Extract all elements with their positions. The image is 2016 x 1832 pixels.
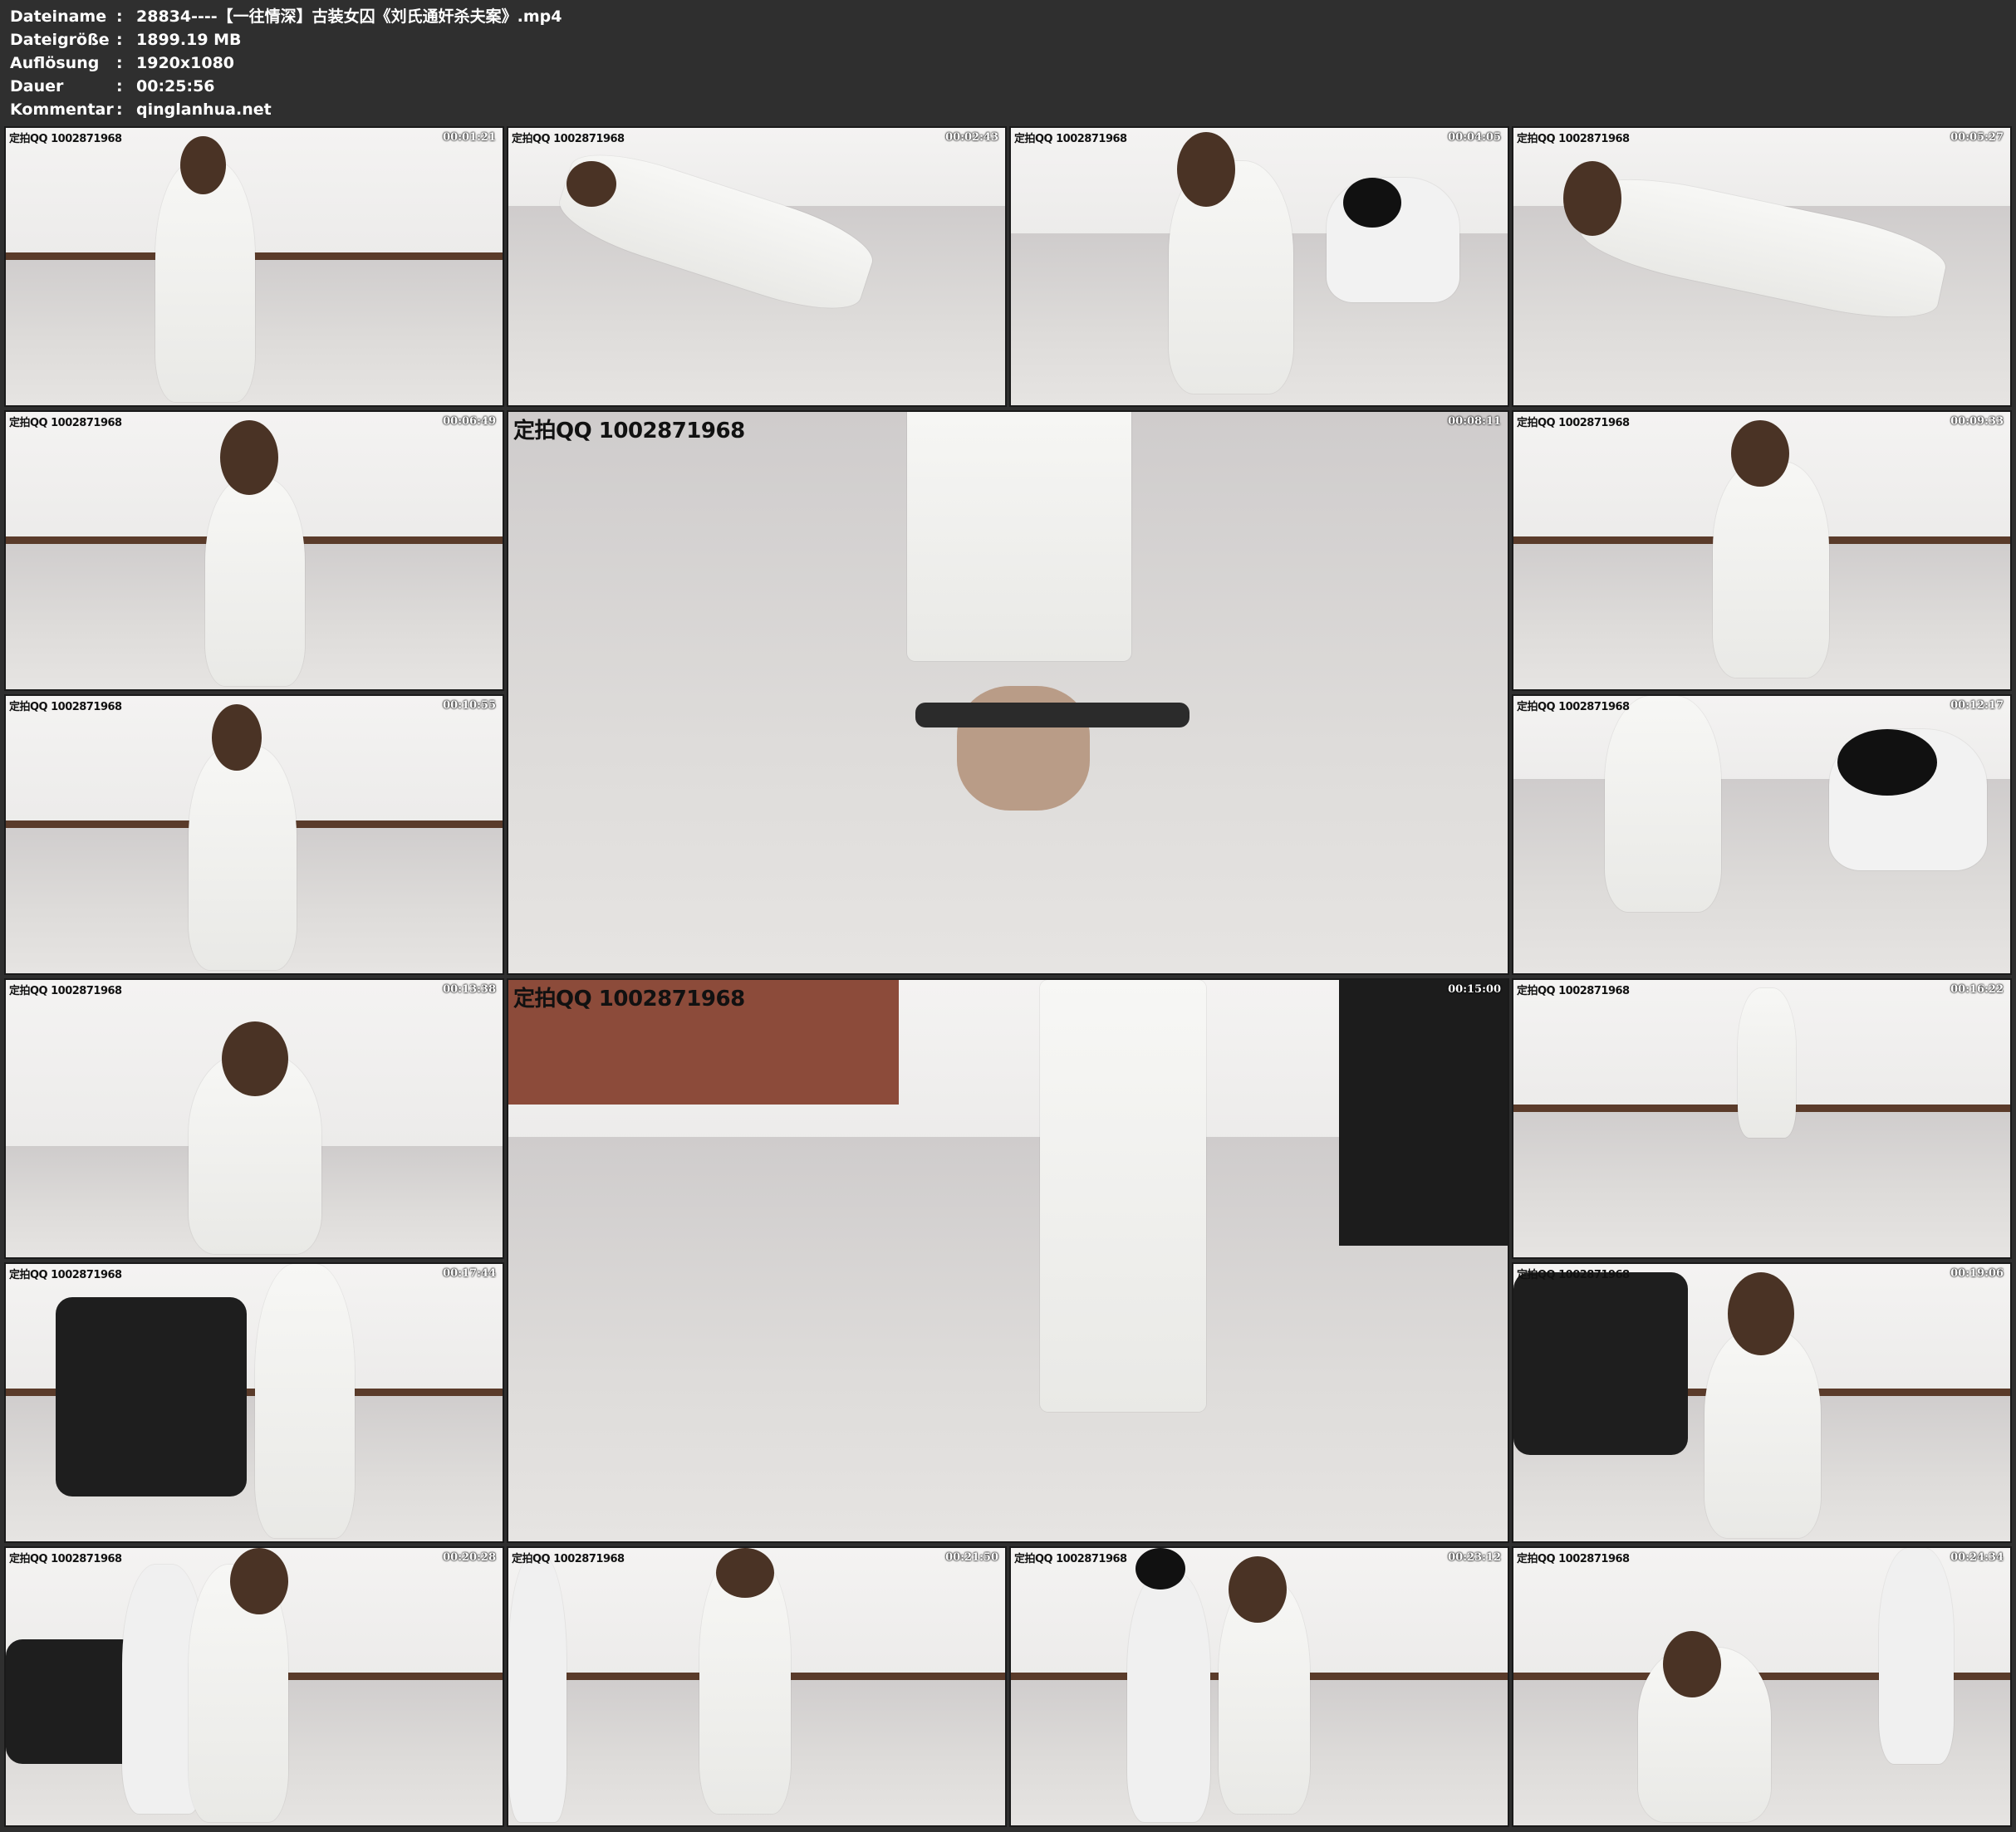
- thumbnail-watermark: 定拍QQ 1002871968: [9, 1553, 122, 1565]
- thumbnail-timecode: 00:16:22: [1950, 983, 2004, 996]
- thumbnail-timecode: 00:12:17: [1950, 699, 2004, 712]
- thumbnail-watermark: 定拍QQ 1002871968: [512, 133, 625, 145]
- video-thumbnail: 定拍QQ 1002871968 00:09:33: [1512, 410, 2012, 691]
- thumbnail-timecode: 00:05:27: [1950, 131, 2004, 144]
- video-thumbnail: 定拍QQ 1002871968 00:10:55: [4, 694, 504, 975]
- thumbnail-timecode: 00:19:06: [1950, 1267, 2004, 1280]
- video-thumbnail: 定拍QQ 1002871968 00:05:27: [1512, 126, 2012, 407]
- thumbnail-timecode: 00:24:34: [1950, 1551, 2004, 1564]
- video-thumbnail: 定拍QQ 1002871968 00:02:43: [507, 126, 1007, 407]
- video-thumbnail: 定拍QQ 1002871968 00:04:05: [1009, 126, 1509, 407]
- thumbnail-watermark: 定拍QQ 1002871968: [1517, 1553, 1630, 1565]
- thumbnail-watermark: 定拍QQ 1002871968: [9, 133, 122, 145]
- thumbnail-watermark: 定拍QQ 1002871968: [9, 701, 122, 713]
- video-thumbnail: 定拍QQ 1002871968 00:16:22: [1512, 978, 2012, 1259]
- video-thumbnail: 定拍QQ 1002871968 00:17:44: [4, 1262, 504, 1543]
- thumbnail-watermark: 定拍QQ 1002871968: [512, 1553, 625, 1565]
- video-thumbnail: 定拍QQ 1002871968 00:19:06: [1512, 1262, 2012, 1543]
- thumbnail-watermark: 定拍QQ 1002871968: [513, 419, 745, 443]
- video-thumbnail: 定拍QQ 1002871968 00:01:21: [4, 126, 504, 407]
- thumbnail-timecode: 00:02:43: [945, 131, 998, 144]
- thumbnail-watermark: 定拍QQ 1002871968: [9, 417, 122, 429]
- video-thumbnail: 定拍QQ 1002871968 00:23:12: [1009, 1546, 1509, 1827]
- thumbnail-watermark: 定拍QQ 1002871968: [1517, 1269, 1630, 1281]
- thumbnail-timecode: 00:21:50: [945, 1551, 998, 1564]
- thumbnail-timecode: 00:10:55: [443, 699, 496, 712]
- video-thumbnail: 定拍QQ 1002871968 00:06:49: [4, 410, 504, 691]
- thumbnail-timecode: 00:09:33: [1950, 415, 2004, 428]
- thumbnail-watermark: 定拍QQ 1002871968: [1014, 133, 1127, 145]
- thumbnail-timecode: 00:20:28: [443, 1551, 496, 1564]
- thumbnail-watermark: 定拍QQ 1002871968: [1517, 133, 1630, 145]
- video-thumbnail-large: 定拍QQ 1002871968 00:15:00: [507, 978, 1509, 1543]
- thumbnail-timecode: 00:04:05: [1448, 131, 1501, 144]
- thumbnail-watermark: 定拍QQ 1002871968: [1014, 1553, 1127, 1565]
- video-thumbnail-large: 定拍QQ 1002871968 00:08:11: [507, 410, 1509, 975]
- thumbnail-timecode: 00:15:00: [1448, 983, 1501, 996]
- thumbnail-timecode: 00:23:12: [1448, 1551, 1501, 1564]
- thumbnail-grid: 定拍QQ 1002871968 00:01:21 定拍QQ 1002871968…: [0, 0, 2016, 1832]
- thumbnail-watermark: 定拍QQ 1002871968: [9, 1269, 122, 1281]
- thumbnail-timecode: 00:13:38: [443, 983, 496, 996]
- video-thumbnail: 定拍QQ 1002871968 00:13:38: [4, 978, 504, 1259]
- video-thumbnail: 定拍QQ 1002871968 00:12:17: [1512, 694, 2012, 975]
- thumbnail-watermark: 定拍QQ 1002871968: [1517, 417, 1630, 429]
- thumbnail-timecode: 00:06:49: [443, 415, 496, 428]
- thumbnail-watermark: 定拍QQ 1002871968: [1517, 701, 1630, 713]
- video-thumbnail: 定拍QQ 1002871968 00:21:50: [507, 1546, 1007, 1827]
- thumbnail-watermark: 定拍QQ 1002871968: [1517, 985, 1630, 997]
- thumbnail-timecode: 00:17:44: [443, 1267, 496, 1280]
- thumbnail-timecode: 00:01:21: [443, 131, 496, 144]
- thumbnail-watermark: 定拍QQ 1002871968: [9, 985, 122, 997]
- video-thumbnail: 定拍QQ 1002871968 00:20:28: [4, 1546, 504, 1827]
- thumbnail-timecode: 00:08:11: [1448, 415, 1501, 428]
- video-thumbnail: 定拍QQ 1002871968 00:24:34: [1512, 1546, 2012, 1827]
- thumbnail-watermark: 定拍QQ 1002871968: [513, 987, 745, 1012]
